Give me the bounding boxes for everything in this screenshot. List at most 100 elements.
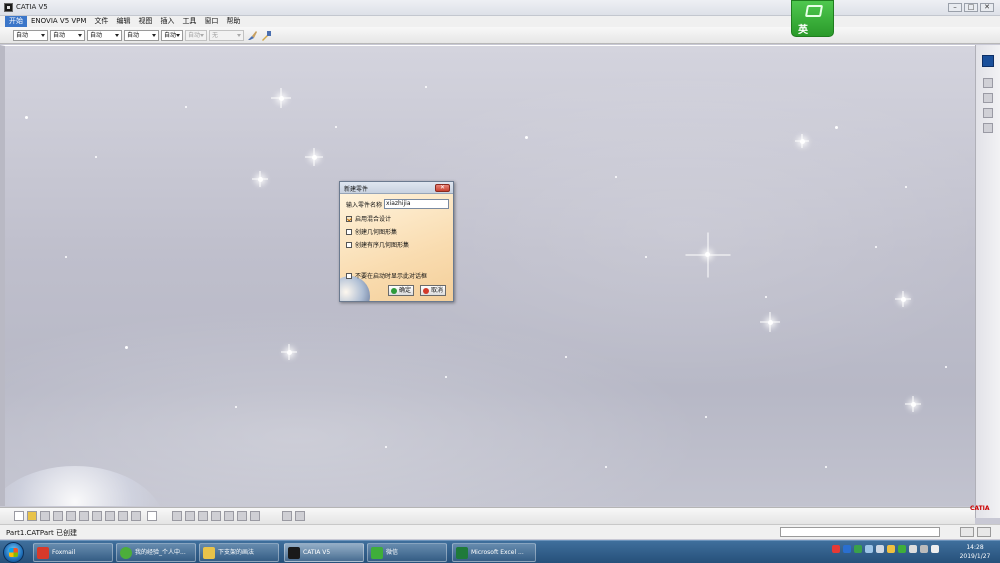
- hide-show-icon[interactable]: [282, 511, 292, 521]
- system-clock[interactable]: 14:28 2019/1/27: [955, 543, 995, 561]
- clock-time: 14:28: [966, 544, 984, 551]
- ordered-geometrical-set-checkbox[interactable]: [346, 241, 352, 248]
- menu-edit[interactable]: 编辑: [112, 16, 134, 27]
- workbench-icon[interactable]: [982, 55, 994, 67]
- cancel-button[interactable]: 取消: [420, 285, 447, 296]
- save-icon[interactable]: [40, 511, 50, 521]
- taskbar-excel[interactable]: Microsoft Excel ...: [452, 543, 536, 562]
- pan-icon[interactable]: [198, 511, 208, 521]
- sparkle-decoration: [271, 88, 291, 108]
- line-type-select[interactable]: 自动: [124, 30, 159, 41]
- sparkle-decoration: [305, 148, 323, 166]
- sparkle-decoration: [895, 291, 911, 307]
- taskbar-wechat[interactable]: 微信: [367, 543, 447, 562]
- fit-all-icon[interactable]: [185, 511, 195, 521]
- status-button[interactable]: [977, 527, 991, 537]
- star-decoration: [605, 466, 607, 468]
- menu-start[interactable]: 开始: [5, 16, 27, 27]
- volume-icon[interactable]: [876, 545, 884, 553]
- tray-extra-icon[interactable]: [920, 545, 928, 553]
- rendering-style-select[interactable]: 无: [209, 30, 244, 41]
- taskbar-folder[interactable]: 下支架的画法: [199, 543, 279, 562]
- menu-help[interactable]: 帮助: [222, 16, 244, 27]
- transparency-select[interactable]: 自动: [50, 30, 85, 41]
- zoom-out-icon[interactable]: [237, 511, 247, 521]
- part-name-input[interactable]: xiazhijia: [384, 199, 449, 209]
- ok-button[interactable]: 确定: [388, 285, 415, 296]
- cut-icon[interactable]: [66, 511, 76, 521]
- layer-select[interactable]: 自动: [185, 30, 207, 41]
- tool-icon[interactable]: [983, 108, 993, 118]
- graphic-properties-toolbar: 自动 自动 自动 自动 自动 自动 无: [0, 27, 1000, 44]
- tray-extra-icon[interactable]: [909, 545, 917, 553]
- maximize-button[interactable]: □: [964, 3, 978, 12]
- star-decoration: [235, 406, 237, 408]
- hybrid-design-option[interactable]: 启用混合设计: [346, 214, 391, 223]
- geometrical-set-checkbox[interactable]: [346, 228, 352, 235]
- print-icon[interactable]: [53, 511, 63, 521]
- ordered-geometrical-set-option[interactable]: 创建有序几何图形集: [346, 240, 409, 249]
- hybrid-design-checkbox[interactable]: [346, 215, 352, 222]
- dialog-close-button[interactable]: ✕: [435, 184, 450, 192]
- tool-icon[interactable]: [983, 78, 993, 88]
- format-painter-icon[interactable]: [261, 30, 272, 41]
- dont-show-checkbox[interactable]: [346, 272, 352, 279]
- help-icon[interactable]: [147, 511, 157, 521]
- geometrical-set-label: 创建几何图形集: [355, 229, 398, 236]
- dont-show-option[interactable]: 不要在启动时显示此对话框: [346, 271, 427, 280]
- paste-icon[interactable]: [92, 511, 102, 521]
- menu-window[interactable]: 窗口: [200, 16, 222, 27]
- undo-icon[interactable]: [105, 511, 115, 521]
- tool-icon[interactable]: [983, 93, 993, 103]
- dont-show-label: 不要在启动时显示此对话框: [355, 273, 428, 280]
- new-file-icon[interactable]: [14, 511, 24, 521]
- point-type-select[interactable]: 自动: [161, 30, 183, 41]
- geometrical-set-option[interactable]: 创建几何图形集: [346, 227, 397, 236]
- menu-insert[interactable]: 插入: [156, 16, 178, 27]
- catia-icon: [288, 547, 300, 559]
- taskbar-browser[interactable]: 我的经验_个人中...: [116, 543, 196, 562]
- sparkle-decoration: [905, 396, 921, 412]
- language-badge[interactable]: 英: [791, 0, 834, 37]
- graphics-area[interactable]: [0, 45, 975, 506]
- flag-icon[interactable]: [887, 545, 895, 553]
- input-method-icon[interactable]: [843, 545, 851, 553]
- paint-brush-icon[interactable]: [247, 30, 258, 41]
- line-thickness-select[interactable]: 自动: [87, 30, 122, 41]
- status-button[interactable]: [960, 527, 974, 537]
- speaker-icon[interactable]: [931, 545, 939, 553]
- fly-mode-icon[interactable]: [172, 511, 182, 521]
- minimize-button[interactable]: –: [948, 3, 962, 12]
- star-decoration: [425, 86, 427, 88]
- catia-logo: CATIA: [970, 505, 990, 512]
- star-decoration: [565, 356, 567, 358]
- swap-visible-icon[interactable]: [295, 511, 305, 521]
- start-button[interactable]: [3, 542, 24, 563]
- copy-icon[interactable]: [79, 511, 89, 521]
- redo-icon[interactable]: [118, 511, 128, 521]
- folder-icon: [203, 547, 215, 559]
- sparkle-decoration: [795, 134, 809, 148]
- menu-view[interactable]: 视图: [134, 16, 156, 27]
- command-input[interactable]: [780, 527, 940, 537]
- network-icon[interactable]: [865, 545, 873, 553]
- open-folder-icon[interactable]: [27, 511, 37, 521]
- normal-view-icon[interactable]: [250, 511, 260, 521]
- tool-icon[interactable]: [983, 123, 993, 133]
- hybrid-design-label: 启用混合设计: [355, 216, 392, 223]
- rotate-icon[interactable]: [211, 511, 221, 521]
- cancel-icon: [423, 288, 429, 294]
- sogou-icon[interactable]: [832, 545, 840, 553]
- taskbar-foxmail[interactable]: Foxmail: [33, 543, 113, 562]
- menu-file[interactable]: 文件: [90, 16, 112, 27]
- taskbar-catia[interactable]: CATIA V5: [284, 543, 364, 562]
- wechat-tray-icon[interactable]: [898, 545, 906, 553]
- close-button[interactable]: ✕: [980, 3, 994, 12]
- security-icon[interactable]: [854, 545, 862, 553]
- color-select[interactable]: 自动: [13, 30, 48, 41]
- new-part-dialog: 新建零件 ✕ 输入零件名称 xiazhijia 启用混合设计 创建几何图形集 创…: [339, 181, 454, 302]
- menu-enovia[interactable]: ENOVIA V5 VPM: [27, 16, 90, 27]
- menu-tools[interactable]: 工具: [178, 16, 200, 27]
- zoom-in-icon[interactable]: [224, 511, 234, 521]
- redo-more-icon[interactable]: [131, 511, 141, 521]
